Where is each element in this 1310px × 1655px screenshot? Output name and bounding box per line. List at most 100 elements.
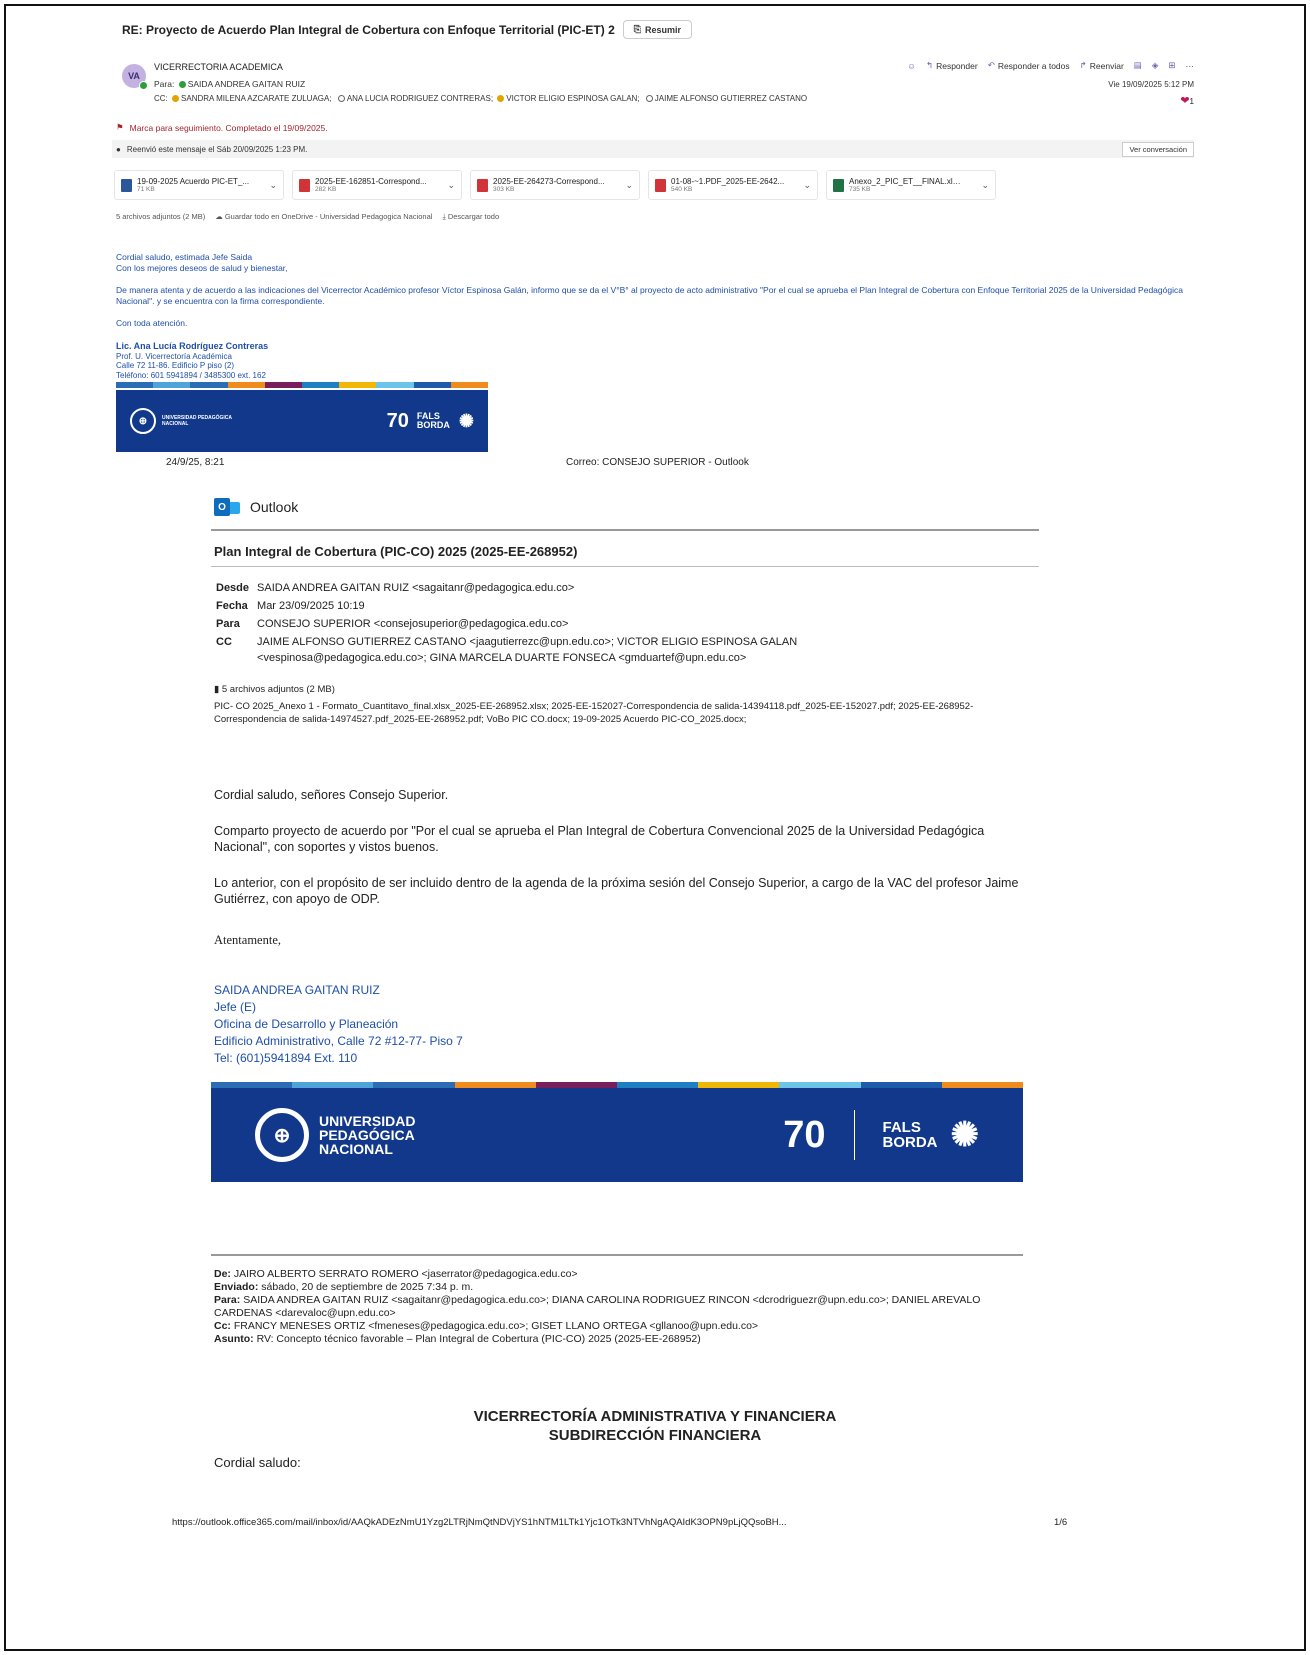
sender-name[interactable]: VICERRECTORIA ACADEMICA xyxy=(154,62,283,72)
message-meta: Desde SAIDA ANDREA GAITAN RUIZ <sagaitanr… xyxy=(214,578,899,668)
outlook-icon: O xyxy=(214,496,240,518)
strip-segment xyxy=(450,382,489,388)
reaction-count: 1 xyxy=(1189,97,1194,106)
body-paragraph: De manera atenta y de acuerdo a las indi… xyxy=(116,285,1183,306)
chevron-down-icon[interactable]: ⌄ xyxy=(269,180,277,191)
fwd-to-label: Para: xyxy=(214,1294,241,1306)
anniversary-logos: 70 FALS BORDA ✺ xyxy=(783,1110,979,1160)
emoji-icon[interactable]: ☺ xyxy=(907,61,916,71)
presence-icon xyxy=(139,81,148,90)
view-conversation-button[interactable]: Ver conversación xyxy=(1122,142,1194,157)
pdf-file-icon xyxy=(655,178,666,192)
section-heading: VICERRECTORÍA ADMINISTRATIVA Y FINANCIER… xyxy=(473,1408,837,1425)
signature-line: Tel: (601)5941894 Ext. 110 xyxy=(214,1051,358,1065)
forward-label: Reenviar xyxy=(1089,60,1124,71)
strip-segment xyxy=(190,382,228,388)
app-name: Outlook xyxy=(250,499,299,515)
attachment-size: 303 KB xyxy=(493,186,515,193)
summarize-label: Resumir xyxy=(644,24,681,35)
attachments-list: 19-09-2025 Acuerdo PIC-ET_... 71 KB ⌄ 2025… xyxy=(114,170,996,200)
reaction[interactable]: ❤1 xyxy=(1180,94,1194,107)
reply-all-button[interactable]: ↶ Responder a todos xyxy=(988,60,1070,71)
fwd-from: JAIRO ALBERTO SERRATO ROMERO <jaserrator… xyxy=(233,1268,578,1280)
outlook-brand: O Outlook xyxy=(214,496,298,518)
calendar-icon[interactable]: ▤ xyxy=(1134,60,1142,71)
strip-segment xyxy=(116,382,154,388)
university-logo: ⊕ UNIVERSIDAD PEDAGÓGICA NACIONAL xyxy=(130,408,232,434)
summarize-button[interactable]: ⎘ Resumir xyxy=(622,20,692,39)
body-line: Cordial saludo, estimada Jefe Saida xyxy=(116,252,253,262)
attachment-size: 735 KB xyxy=(849,186,871,193)
flag-icon[interactable]: ⚑ xyxy=(116,122,124,133)
download-all-label: Descargar todo xyxy=(447,212,500,221)
save-onedrive-button[interactable]: ☁ Guardar todo en OneDrive - Universidad… xyxy=(215,212,432,222)
email-body: Cordial saludo, estimada Jefe Saida Con … xyxy=(116,252,1194,329)
attachment-size: 540 KB xyxy=(671,186,693,193)
from-label: Desde xyxy=(216,582,250,594)
cc-label: CC: xyxy=(154,94,168,103)
to-recipient[interactable]: SAIDA ANDREA GAITAN RUIZ xyxy=(188,79,305,89)
chevron-down-icon[interactable]: ⌄ xyxy=(447,180,455,191)
divider xyxy=(211,529,1039,531)
cc-recipient[interactable]: VICTOR ELIGIO ESPINOSA GALAN; xyxy=(506,94,639,103)
chevron-down-icon[interactable]: ⌄ xyxy=(803,180,811,191)
signature-line: Teléfono: 601 5941894 / 3485300 ext. 162 xyxy=(116,370,266,380)
avatar[interactable]: VA xyxy=(122,64,148,90)
cc-recipient[interactable]: SANDRA MILENA AZCARATE ZULUAGA; xyxy=(181,94,332,103)
strip-segment xyxy=(302,382,340,388)
heart-icon: ❤ xyxy=(1180,95,1190,107)
to-line: Para: SAIDA ANDREA GAITAN RUIZ xyxy=(154,79,305,89)
chevron-down-icon[interactable]: ⌄ xyxy=(625,180,633,191)
to-label: Para xyxy=(216,618,240,630)
divider xyxy=(853,1110,855,1160)
fwd-sent: sábado, 20 de septiembre de 2025 7:34 p.… xyxy=(261,1281,474,1293)
print-url: https://outlook.office365.com/mail/inbox… xyxy=(172,1517,787,1528)
save-onedrive-label: Guardar todo en OneDrive - Universidad P… xyxy=(224,212,433,221)
grid-icon[interactable]: ⊞ xyxy=(1168,60,1175,71)
attachment-item[interactable]: 01-08-~1.PDF_2025-EE-2642... 540 KB ⌄ xyxy=(648,170,818,200)
date-value: Mar 23/09/2025 10:19 xyxy=(257,600,365,612)
attachment-item[interactable]: 2025-EE-264273-Correspond... 303 KB ⌄ xyxy=(470,170,640,200)
cc-recipient[interactable]: JAIME ALFONSO GUTIERREZ CASTANO xyxy=(655,94,807,103)
attachment-item[interactable]: 2025-EE-162851-Correspond... 282 KB ⌄ xyxy=(292,170,462,200)
email-view: RE: Proyecto de Acuerdo Plan Integral de… xyxy=(112,12,1200,465)
seventy-logo: 70 xyxy=(783,1113,826,1156)
forward-info-bar: ● Reenvió este mensaje el Sáb 20/09/2025 … xyxy=(112,140,1194,158)
reply-label: Responder xyxy=(936,60,978,71)
page-number: 1/6 xyxy=(1054,1517,1068,1528)
loop-icon[interactable]: ◈ xyxy=(1152,60,1159,71)
attachment-name: 01-08-~1.PDF_2025-EE-2642... xyxy=(671,177,785,186)
excel-file-icon xyxy=(833,178,844,192)
university-logo: ⊕ UNIVERSIDAD PEDAGÓGICA NACIONAL xyxy=(255,1108,415,1162)
anniversary-logos: 70 FALS BORDA ✺ xyxy=(387,410,474,433)
presence-icon xyxy=(178,81,186,88)
attachment-item[interactable]: 19-09-2025 Acuerdo PIC-ET_... 71 KB ⌄ xyxy=(114,170,284,200)
chevron-down-icon[interactable]: ⌄ xyxy=(981,180,989,191)
attachment-item[interactable]: Anexo_2_PIC_ET__FINAL.xlsx_... 735 KB ⌄ xyxy=(826,170,996,200)
avatar-initials: VA xyxy=(128,71,140,81)
divider xyxy=(211,1254,1023,1256)
body-paragraph: Comparto proyecto de acuerdo por "Por el… xyxy=(214,824,985,854)
body-paragraph: Lo anterior, con el propósito de ser inc… xyxy=(214,876,1019,906)
presence-icon xyxy=(337,95,345,102)
signature-line: Prof. U. Vicerrectoría Académica xyxy=(116,351,232,361)
attachment-size: 71 KB xyxy=(137,186,155,193)
fwd-subject: RV: Concepto técnico favorable – Plan In… xyxy=(256,1333,701,1345)
attachment-name: Anexo_2_PIC_ET__FINAL.xlsx_... xyxy=(849,177,964,186)
more-options-button[interactable]: ··· xyxy=(1186,61,1195,71)
signature-line: Jefe (E) xyxy=(214,1000,257,1014)
summary-icon: ⎘ xyxy=(633,24,641,34)
cc-recipient[interactable]: ANA LUCIA RODRIGUEZ CONTRERAS; xyxy=(347,94,493,103)
attachment-name: 2025-EE-162851-Correspond... xyxy=(315,177,427,186)
download-all-button[interactable]: ⤓ Descargar todo xyxy=(442,212,499,222)
upn-seal-icon: ⊕ xyxy=(130,408,156,434)
divider xyxy=(211,566,1039,567)
strip-segment xyxy=(376,382,414,388)
university-banner: ⊕ UNIVERSIDAD PEDAGÓGICA NACIONAL 70 FALS B… xyxy=(116,390,488,452)
forward-button[interactable]: ↱ Reenviar xyxy=(1080,60,1124,71)
subject-row: RE: Proyecto de Acuerdo Plan Integral de… xyxy=(122,20,692,39)
reply-button[interactable]: ↰ Responder xyxy=(926,60,978,71)
attachments-filenames: PIC- CO 2025_Anexo 1 - Formato_Cuantitav… xyxy=(214,701,974,725)
signature-line: Edificio Administrativo, Calle 72 #12-77… xyxy=(214,1034,463,1048)
email-date: Vie 19/09/2025 5:12 PM xyxy=(1108,80,1194,89)
